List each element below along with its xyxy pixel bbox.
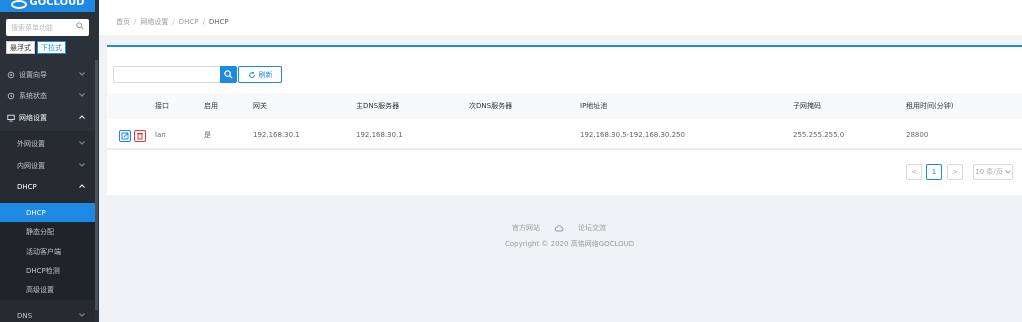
breadcrumb-network[interactable]: 网络设置 — [140, 18, 168, 26]
chevron-down-icon — [1004, 170, 1011, 174]
column-header: 主DNS服务器 — [356, 102, 400, 110]
page-1-button[interactable]: 1 — [926, 164, 942, 180]
chevron-down-icon — [79, 72, 85, 76]
cell-lease-time: 28800 — [906, 130, 929, 139]
sidebar-item-lan-settings[interactable]: 内网设置 — [0, 156, 95, 176]
mode-float-button[interactable]: 悬浮式 — [6, 41, 35, 54]
breadcrumb-separator: / — [172, 18, 175, 26]
search-icon[interactable] — [76, 22, 84, 30]
sidebar-item-advanced[interactable]: 高级设置 — [0, 280, 95, 300]
breadcrumb-current: DHCP — [208, 18, 229, 26]
chevron-down-icon — [79, 163, 85, 167]
sidebar-scrollbar[interactable] — [95, 60, 98, 310]
breadcrumb-dhcp-group[interactable]: DHCP — [179, 18, 199, 26]
sidebar-item-label: 网络设置 — [19, 114, 47, 122]
official-site-link[interactable]: 官方网站 — [512, 223, 540, 233]
breadcrumb-separator: / — [134, 18, 137, 26]
sidebar-item-label: DNS — [17, 312, 33, 320]
column-header: 租用时间(分钟) — [906, 102, 954, 110]
edit-icon — [121, 132, 129, 140]
cell-ip-pool: 192.168.30.5-192.168.30.250 — [580, 130, 685, 139]
trash-icon — [137, 133, 143, 140]
column-header: IP地址池 — [580, 102, 608, 110]
sidebar-item-label: 设置向导 — [19, 71, 47, 79]
chevron-down-icon — [79, 93, 85, 97]
sidebar-item-label: DHCP — [17, 183, 37, 191]
chevron-down-icon — [79, 141, 85, 145]
breadcrumb-separator: / — [202, 18, 205, 26]
next-page-button[interactable]: > — [947, 164, 963, 180]
sidebar-item-static-allocation[interactable]: 静态分配 — [0, 222, 95, 242]
footer-links: 官方网站 论坛交流 — [512, 223, 606, 233]
menu-mode-toggle: 悬浮式 下拉式 — [6, 41, 66, 54]
table-header: 接口 启用 网关 主DNS服务器 次DNS服务器 IP地址池 子网掩码 租用时间… — [107, 93, 1022, 119]
header: 首页 / 网络设置 / DHCP / DHCP — [99, 0, 1022, 35]
cell-subnet-mask: 255.255.255.0 — [793, 130, 845, 139]
gear-icon — [7, 71, 15, 79]
refresh-icon — [248, 71, 255, 78]
column-header: 子网掩码 — [793, 102, 821, 110]
sidebar-item-label: 高级设置 — [26, 286, 54, 294]
cell-primary-dns: 192.168.30.1 — [356, 130, 403, 139]
brand-name: GOCLOUD — [29, 0, 85, 8]
refresh-button[interactable]: 刷新 — [238, 66, 282, 83]
search-icon — [224, 70, 233, 79]
sidebar-item-dhcp-detect[interactable]: DHCP检测 — [0, 261, 95, 281]
page-size-select[interactable]: 10 条/页 — [973, 164, 1013, 180]
column-header: 次DNS服务器 — [469, 102, 513, 110]
cell-gateway: 192.168.30.1 — [253, 130, 300, 139]
sidebar-item-label: 静态分配 — [26, 228, 54, 236]
table-row[interactable]: lan 是 192.168.30.1 192.168.30.1 192.168.… — [107, 121, 1022, 150]
search-button[interactable] — [220, 66, 237, 83]
sidebar-item-label: 系统状态 — [19, 92, 47, 100]
sidebar-item-label: 外网设置 — [17, 140, 45, 148]
sidebar-item-network-settings[interactable]: 网络设置 — [0, 108, 95, 128]
column-header: 接口 — [155, 102, 169, 110]
menu-search-placeholder: 搜索菜单功能 — [11, 24, 53, 32]
cell-interface: lan — [155, 130, 166, 139]
sidebar: GOCLOUD 搜索菜单功能 悬浮式 下拉式 设置向导 系统状态 网络设置 外网… — [0, 0, 95, 322]
refresh-label: 刷新 — [258, 70, 273, 79]
forum-link[interactable]: 论坛交流 — [578, 223, 606, 233]
sidebar-item-dns[interactable]: DNS — [0, 306, 95, 322]
chevron-down-icon — [79, 313, 85, 317]
logo-icon — [10, 0, 27, 9]
prev-page-button[interactable]: < — [906, 164, 922, 180]
cell-enabled: 是 — [204, 130, 211, 139]
chevron-up-icon — [79, 184, 85, 188]
breadcrumb: 首页 / 网络设置 / DHCP / DHCP — [116, 17, 229, 27]
clock-icon — [7, 92, 15, 100]
sidebar-item-label: 内网设置 — [17, 162, 45, 170]
dhcp-card: 刷新 接口 启用 网关 主DNS服务器 次DNS服务器 IP地址池 子网掩码 租… — [107, 45, 1022, 195]
sidebar-item-label: 活动客户端 — [26, 248, 61, 256]
sidebar-item-dhcp[interactable]: DHCP — [0, 203, 95, 223]
delete-button[interactable] — [134, 130, 146, 142]
sidebar-item-active-clients[interactable]: 活动客户端 — [0, 242, 95, 262]
breadcrumb-home[interactable]: 首页 — [116, 18, 130, 26]
column-header: 启用 — [204, 102, 218, 110]
sidebar-item-wan-settings[interactable]: 外网设置 — [0, 134, 95, 154]
menu-search-input[interactable]: 搜索菜单功能 — [6, 19, 89, 36]
sidebar-item-dhcp-group[interactable]: DHCP — [0, 177, 95, 197]
sidebar-item-label: DHCP检测 — [26, 267, 60, 275]
sidebar-item-label: DHCP — [26, 209, 46, 217]
logo-bar: GOCLOUD — [0, 0, 95, 12]
copyright-text: Copyright © 2020 高恪网络GOCLOUD — [505, 240, 635, 248]
column-header: 网关 — [253, 102, 267, 110]
chevron-up-icon — [79, 115, 85, 119]
sidebar-item-setup-wizard[interactable]: 设置向导 — [0, 65, 95, 85]
monitor-icon — [7, 114, 15, 122]
mode-dropdown-button[interactable]: 下拉式 — [37, 41, 66, 54]
filter-input[interactable] — [113, 66, 221, 83]
sidebar-item-system-status[interactable]: 系统状态 — [0, 86, 95, 106]
page-size-label: 10 条/页 — [975, 168, 1003, 176]
edit-button[interactable] — [119, 130, 131, 142]
cloud-icon — [554, 224, 564, 231]
